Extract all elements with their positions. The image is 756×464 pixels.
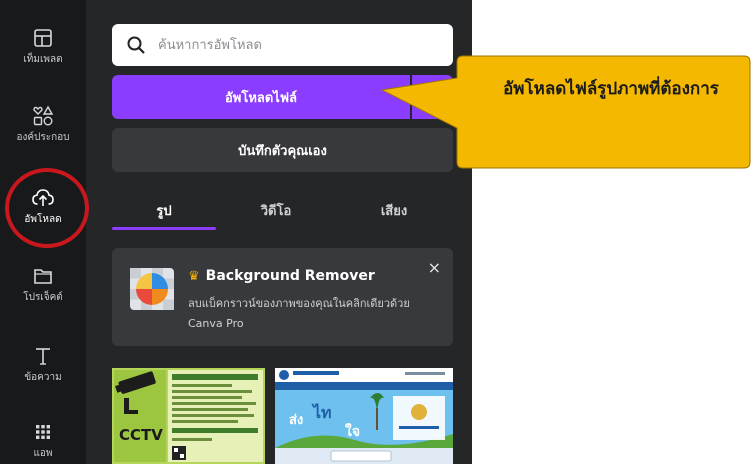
media-tabs: รูป วิดีโอ เสียง (112, 190, 453, 230)
active-tab-indicator (112, 227, 216, 230)
promo-card: ♛ Background Remover ลบแบ็คกราวน์ของภาพข… (112, 248, 453, 346)
elements-icon (30, 104, 56, 128)
tab-videos[interactable]: วิดีโอ (224, 190, 328, 230)
rail-item-uploads[interactable]: อัพโหลด (0, 186, 86, 227)
tab-audio[interactable]: เสียง (342, 190, 446, 230)
background-remover-thumbnail (130, 268, 174, 310)
rail-label: ข้อความ (24, 372, 62, 383)
rail-label: อัพโหลด (24, 214, 62, 225)
rail-item-text[interactable]: ข้อความ (0, 344, 86, 385)
rail-item-elements[interactable]: องค์ประกอบ (0, 104, 86, 145)
search-input[interactable] (156, 36, 440, 54)
record-yourself-button[interactable]: บันทึกตัวคุณเอง (112, 128, 453, 172)
promo-title-text: Background Remover (205, 268, 375, 284)
upload-more-button[interactable]: ··· (412, 75, 453, 119)
svg-text:ส่ง: ส่ง (289, 413, 303, 428)
side-rail: เท็มเพลต องค์ประกอบ อัพโหลด โปรเจ็คต์ ข้… (0, 0, 86, 464)
svg-text:ไท: ไท (311, 403, 332, 422)
cloud-upload-icon (30, 186, 56, 210)
promo-description: ลบแบ็คกราวน์ของภาพของคุณในคลิกเดียวด้วย … (188, 297, 410, 330)
rail-item-templates[interactable]: เท็มเพลต (0, 26, 86, 67)
rail-label: โปรเจ็คต์ (23, 292, 63, 303)
rail-label: แอพ (33, 448, 53, 459)
tab-images[interactable]: รูป (112, 190, 216, 230)
upload-thumbnail-cctv[interactable]: CCTV (112, 368, 265, 464)
cctv-caption: CCTV (119, 426, 163, 444)
upload-files-button[interactable]: อัพโหลดไฟล์ (112, 75, 410, 119)
svg-text:ใจ: ใจ (345, 422, 360, 440)
rail-item-apps[interactable]: แอพ (0, 420, 86, 461)
search-icon (126, 35, 146, 55)
promo-title: ♛ Background Remover (188, 268, 375, 284)
upload-thumbnail-website[interactable]: ส่ง ไท ใจ (275, 368, 453, 464)
editor-app: เท็มเพลต องค์ประกอบ อัพโหลด โปรเจ็คต์ ข้… (0, 0, 472, 464)
search-box[interactable] (112, 24, 453, 66)
folder-icon (30, 264, 56, 288)
callout-text: อัพโหลดไฟล์รูปภาพที่ต้องการ (503, 79, 719, 99)
rail-item-projects[interactable]: โปรเจ็คต์ (0, 264, 86, 305)
rail-label: เท็มเพลต (23, 54, 63, 65)
close-icon[interactable]: × (428, 258, 441, 277)
apps-icon (30, 420, 56, 444)
text-icon (30, 344, 56, 368)
crown-icon: ♛ (188, 268, 200, 284)
template-icon (30, 26, 56, 50)
rail-label: องค์ประกอบ (16, 132, 70, 143)
